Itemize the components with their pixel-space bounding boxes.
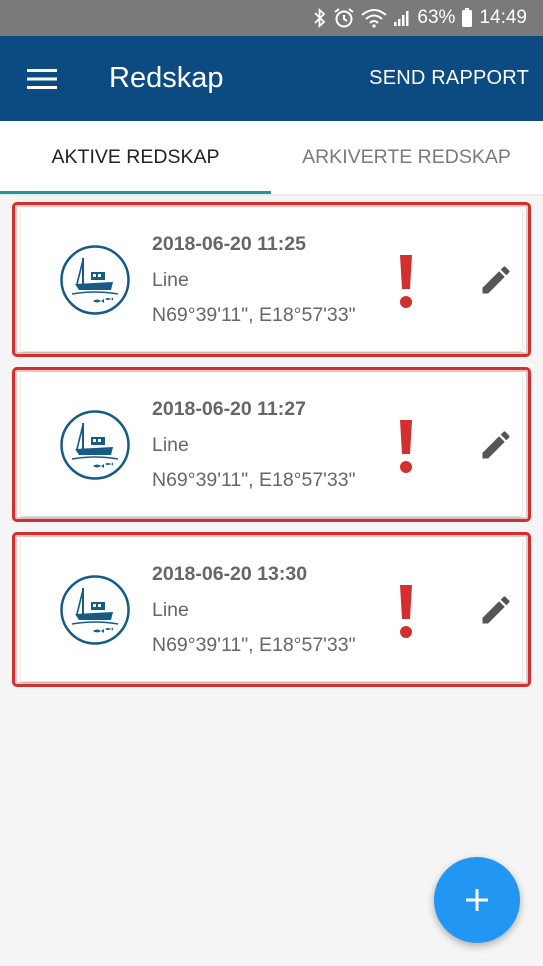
- add-gear-button[interactable]: [434, 857, 520, 943]
- clock: 14:49: [479, 7, 527, 28]
- tab-bar: AKTIVE REDSKAP ARKIVERTE REDSKAP: [0, 121, 543, 194]
- exclamation-icon: [400, 585, 412, 638]
- send-report-button[interactable]: SEND RAPPORT: [369, 67, 543, 90]
- edit-pencil-icon[interactable]: [478, 427, 514, 463]
- edit-pencil-icon[interactable]: [478, 592, 514, 628]
- exclamation-icon: [400, 420, 412, 473]
- plus-icon: [466, 889, 488, 911]
- gear-list: 2018-06-20 11:25 Line N69°39'11", E18°57…: [0, 194, 543, 687]
- gear-position: N69°39'11", E18°57'33": [152, 634, 356, 656]
- tab-indicator: [0, 191, 271, 194]
- card-body: 2018-06-20 11:25 Line N69°39'11", E18°57…: [21, 208, 522, 351]
- hamburger-icon: [27, 68, 57, 89]
- gear-type: Line: [152, 599, 189, 621]
- tab-active-gear[interactable]: AKTIVE REDSKAP: [0, 121, 271, 194]
- gear-deployed-time: 2018-06-20 13:30: [152, 563, 308, 585]
- fishing-boat-icon: [60, 410, 130, 480]
- gear-card[interactable]: 2018-06-20 11:25 Line N69°39'11", E18°57…: [12, 202, 531, 357]
- menu-button[interactable]: [0, 36, 84, 121]
- exclamation-icon: [400, 255, 412, 308]
- edit-pencil-icon[interactable]: [478, 262, 514, 298]
- gear-type: Line: [152, 269, 189, 291]
- bluetooth-icon: [313, 8, 327, 28]
- battery-icon: [461, 8, 473, 28]
- status-bar: 63% 14:49: [0, 0, 543, 36]
- wifi-icon: [361, 8, 388, 28]
- gear-card[interactable]: 2018-06-20 11:27 Line N69°39'11", E18°57…: [12, 367, 531, 522]
- battery-percent: 63%: [417, 7, 456, 28]
- gear-deployed-time: 2018-06-20 11:27: [152, 398, 306, 420]
- gear-deployed-time: 2018-06-20 11:25: [152, 233, 306, 255]
- gear-position: N69°39'11", E18°57'33": [152, 469, 356, 491]
- alarm-icon: [333, 7, 355, 29]
- card-body: 2018-06-20 13:30 Line N69°39'11", E18°57…: [21, 538, 522, 681]
- fishing-boat-icon: [60, 575, 130, 645]
- tab-archived-gear[interactable]: ARKIVERTE REDSKAP: [271, 121, 542, 194]
- app-bar: Redskap SEND RAPPORT: [0, 36, 543, 121]
- page-title: Redskap: [109, 62, 224, 94]
- gear-type: Line: [152, 434, 189, 456]
- fishing-boat-icon: [60, 245, 130, 315]
- gear-card[interactable]: 2018-06-20 13:30 Line N69°39'11", E18°57…: [12, 532, 531, 687]
- signal-icon: [393, 9, 411, 27]
- card-body: 2018-06-20 11:27 Line N69°39'11", E18°57…: [21, 373, 522, 516]
- gear-position: N69°39'11", E18°57'33": [152, 304, 356, 326]
